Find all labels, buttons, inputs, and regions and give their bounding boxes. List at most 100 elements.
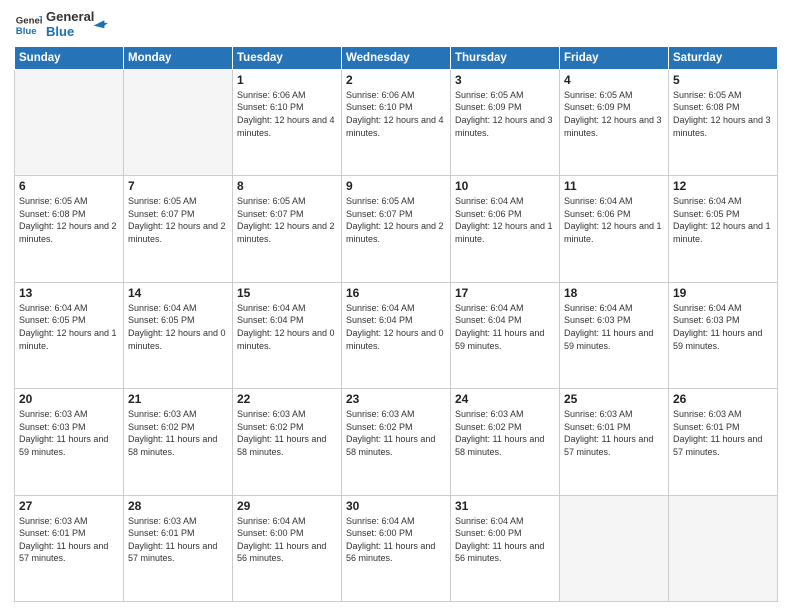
calendar-cell: 23Sunrise: 6:03 AMSunset: 6:02 PMDayligh… xyxy=(342,389,451,495)
logo-general: General xyxy=(46,10,94,25)
day-info: Sunrise: 6:05 AMSunset: 6:07 PMDaylight:… xyxy=(346,195,446,245)
day-number: 21 xyxy=(128,392,228,406)
day-number: 7 xyxy=(128,179,228,193)
calendar-header-row: SundayMondayTuesdayWednesdayThursdayFrid… xyxy=(15,46,778,69)
day-number: 3 xyxy=(455,73,555,87)
day-number: 2 xyxy=(346,73,446,87)
day-number: 28 xyxy=(128,499,228,513)
day-info: Sunrise: 6:05 AMSunset: 6:09 PMDaylight:… xyxy=(564,89,664,139)
calendar-cell: 28 Sunrise: 6:03 AMSunset: 6:01 PMDayligh… xyxy=(124,495,233,601)
calendar-cell: 30Sunrise: 6:04 AMSunset: 6:00 PMDayligh… xyxy=(342,495,451,601)
calendar-cell xyxy=(669,495,778,601)
logo-blue: Blue xyxy=(46,25,94,40)
calendar-cell xyxy=(124,69,233,175)
calendar-cell: 14 Sunrise: 6:04 AMSunset: 6:05 PMDayligh… xyxy=(124,282,233,388)
day-info: Sunrise: 6:04 AMSunset: 6:00 PMDaylight:… xyxy=(237,515,337,565)
day-number: 18 xyxy=(564,286,664,300)
day-info: Sunrise: 6:04 AMSunset: 6:05 PMDaylight:… xyxy=(19,302,119,352)
calendar: SundayMondayTuesdayWednesdayThursdayFrid… xyxy=(14,46,778,602)
calendar-cell: 25Sunrise: 6:03 AMSunset: 6:01 PMDayligh… xyxy=(560,389,669,495)
weekday-header: Tuesday xyxy=(233,46,342,69)
day-info: Sunrise: 6:04 AMSunset: 6:04 PMDaylight:… xyxy=(237,302,337,352)
day-info: Sunrise: 6:04 AMSunset: 6:00 PMDaylight:… xyxy=(346,515,446,565)
day-info: Sunrise: 6:03 AMSunset: 6:02 PMDaylight:… xyxy=(237,408,337,458)
weekday-header: Friday xyxy=(560,46,669,69)
day-info: Sunrise: 6:03 AMSunset: 6:03 PMDaylight:… xyxy=(19,408,119,458)
day-info: Sunrise: 6:03 AMSunset: 6:01 PMDaylight:… xyxy=(19,515,119,565)
day-number: 14 xyxy=(128,286,228,300)
header: General Blue General Blue xyxy=(14,10,778,40)
svg-text:General: General xyxy=(16,15,42,26)
calendar-cell xyxy=(560,495,669,601)
day-info: Sunrise: 6:04 AMSunset: 6:05 PMDaylight:… xyxy=(673,195,773,245)
day-info: Sunrise: 6:05 AMSunset: 6:08 PMDaylight:… xyxy=(19,195,119,245)
day-number: 10 xyxy=(455,179,555,193)
calendar-week-row: 1 Sunrise: 6:06 AMSunset: 6:10 PMDaylight… xyxy=(15,69,778,175)
calendar-cell: 22 Sunrise: 6:03 AMSunset: 6:02 PMDayligh… xyxy=(233,389,342,495)
weekday-header: Monday xyxy=(124,46,233,69)
logo-icon: General Blue xyxy=(14,11,42,39)
day-info: Sunrise: 6:05 AMSunset: 6:07 PMDaylight:… xyxy=(128,195,228,245)
weekday-header: Wednesday xyxy=(342,46,451,69)
logo-arrow-icon xyxy=(90,13,108,31)
calendar-cell: 2 Sunrise: 6:06 AMSunset: 6:10 PMDaylight… xyxy=(342,69,451,175)
calendar-week-row: 6 Sunrise: 6:05 AMSunset: 6:08 PMDaylight… xyxy=(15,176,778,282)
day-number: 22 xyxy=(237,392,337,406)
calendar-cell: 17Sunrise: 6:04 AMSunset: 6:04 PMDayligh… xyxy=(451,282,560,388)
weekday-header: Saturday xyxy=(669,46,778,69)
calendar-cell: 18 Sunrise: 6:04 AMSunset: 6:03 PMDayligh… xyxy=(560,282,669,388)
day-number: 11 xyxy=(564,179,664,193)
day-number: 15 xyxy=(237,286,337,300)
day-info: Sunrise: 6:06 AMSunset: 6:10 PMDaylight:… xyxy=(237,89,337,139)
logo: General Blue General Blue xyxy=(14,10,108,40)
day-info: Sunrise: 6:03 AMSunset: 6:02 PMDaylight:… xyxy=(128,408,228,458)
day-number: 4 xyxy=(564,73,664,87)
calendar-cell: 27 Sunrise: 6:03 AMSunset: 6:01 PMDayligh… xyxy=(15,495,124,601)
calendar-cell: 15 Sunrise: 6:04 AMSunset: 6:04 PMDayligh… xyxy=(233,282,342,388)
calendar-cell: 13Sunrise: 6:04 AMSunset: 6:05 PMDayligh… xyxy=(15,282,124,388)
day-number: 25 xyxy=(564,392,664,406)
day-number: 23 xyxy=(346,392,446,406)
day-info: Sunrise: 6:05 AMSunset: 6:07 PMDaylight:… xyxy=(237,195,337,245)
day-info: Sunrise: 6:04 AMSunset: 6:06 PMDaylight:… xyxy=(564,195,664,245)
day-number: 31 xyxy=(455,499,555,513)
calendar-cell: 5Sunrise: 6:05 AMSunset: 6:08 PMDaylight… xyxy=(669,69,778,175)
calendar-cell: 31 Sunrise: 6:04 AMSunset: 6:00 PMDayligh… xyxy=(451,495,560,601)
calendar-week-row: 27 Sunrise: 6:03 AMSunset: 6:01 PMDayligh… xyxy=(15,495,778,601)
day-number: 1 xyxy=(237,73,337,87)
calendar-cell: 29 Sunrise: 6:04 AMSunset: 6:00 PMDayligh… xyxy=(233,495,342,601)
day-number: 27 xyxy=(19,499,119,513)
day-number: 20 xyxy=(19,392,119,406)
day-info: Sunrise: 6:03 AMSunset: 6:01 PMDaylight:… xyxy=(128,515,228,565)
svg-text:Blue: Blue xyxy=(16,26,37,37)
calendar-cell: 3 Sunrise: 6:05 AMSunset: 6:09 PMDaylight… xyxy=(451,69,560,175)
day-number: 29 xyxy=(237,499,337,513)
day-info: Sunrise: 6:05 AMSunset: 6:09 PMDaylight:… xyxy=(455,89,555,139)
weekday-header: Sunday xyxy=(15,46,124,69)
day-info: Sunrise: 6:06 AMSunset: 6:10 PMDaylight:… xyxy=(346,89,446,139)
day-number: 8 xyxy=(237,179,337,193)
day-number: 16 xyxy=(346,286,446,300)
calendar-cell: 19Sunrise: 6:04 AMSunset: 6:03 PMDayligh… xyxy=(669,282,778,388)
day-number: 12 xyxy=(673,179,773,193)
day-number: 6 xyxy=(19,179,119,193)
day-number: 9 xyxy=(346,179,446,193)
day-info: Sunrise: 6:04 AMSunset: 6:04 PMDaylight:… xyxy=(346,302,446,352)
day-info: Sunrise: 6:04 AMSunset: 6:00 PMDaylight:… xyxy=(455,515,555,565)
calendar-cell: 9 Sunrise: 6:05 AMSunset: 6:07 PMDaylight… xyxy=(342,176,451,282)
day-info: Sunrise: 6:04 AMSunset: 6:03 PMDaylight:… xyxy=(564,302,664,352)
calendar-cell: 16 Sunrise: 6:04 AMSunset: 6:04 PMDayligh… xyxy=(342,282,451,388)
day-info: Sunrise: 6:04 AMSunset: 6:05 PMDaylight:… xyxy=(128,302,228,352)
calendar-week-row: 20 Sunrise: 6:03 AMSunset: 6:03 PMDayligh… xyxy=(15,389,778,495)
day-number: 26 xyxy=(673,392,773,406)
calendar-cell: 26Sunrise: 6:03 AMSunset: 6:01 PMDayligh… xyxy=(669,389,778,495)
weekday-header: Thursday xyxy=(451,46,560,69)
day-info: Sunrise: 6:04 AMSunset: 6:04 PMDaylight:… xyxy=(455,302,555,352)
calendar-cell: 7 Sunrise: 6:05 AMSunset: 6:07 PMDaylight… xyxy=(124,176,233,282)
calendar-cell: 8 Sunrise: 6:05 AMSunset: 6:07 PMDaylight… xyxy=(233,176,342,282)
page: General Blue General Blue SundayMondayTu… xyxy=(0,0,792,612)
calendar-cell: 6 Sunrise: 6:05 AMSunset: 6:08 PMDaylight… xyxy=(15,176,124,282)
day-info: Sunrise: 6:04 AMSunset: 6:06 PMDaylight:… xyxy=(455,195,555,245)
day-info: Sunrise: 6:04 AMSunset: 6:03 PMDaylight:… xyxy=(673,302,773,352)
calendar-cell: 4 Sunrise: 6:05 AMSunset: 6:09 PMDaylight… xyxy=(560,69,669,175)
